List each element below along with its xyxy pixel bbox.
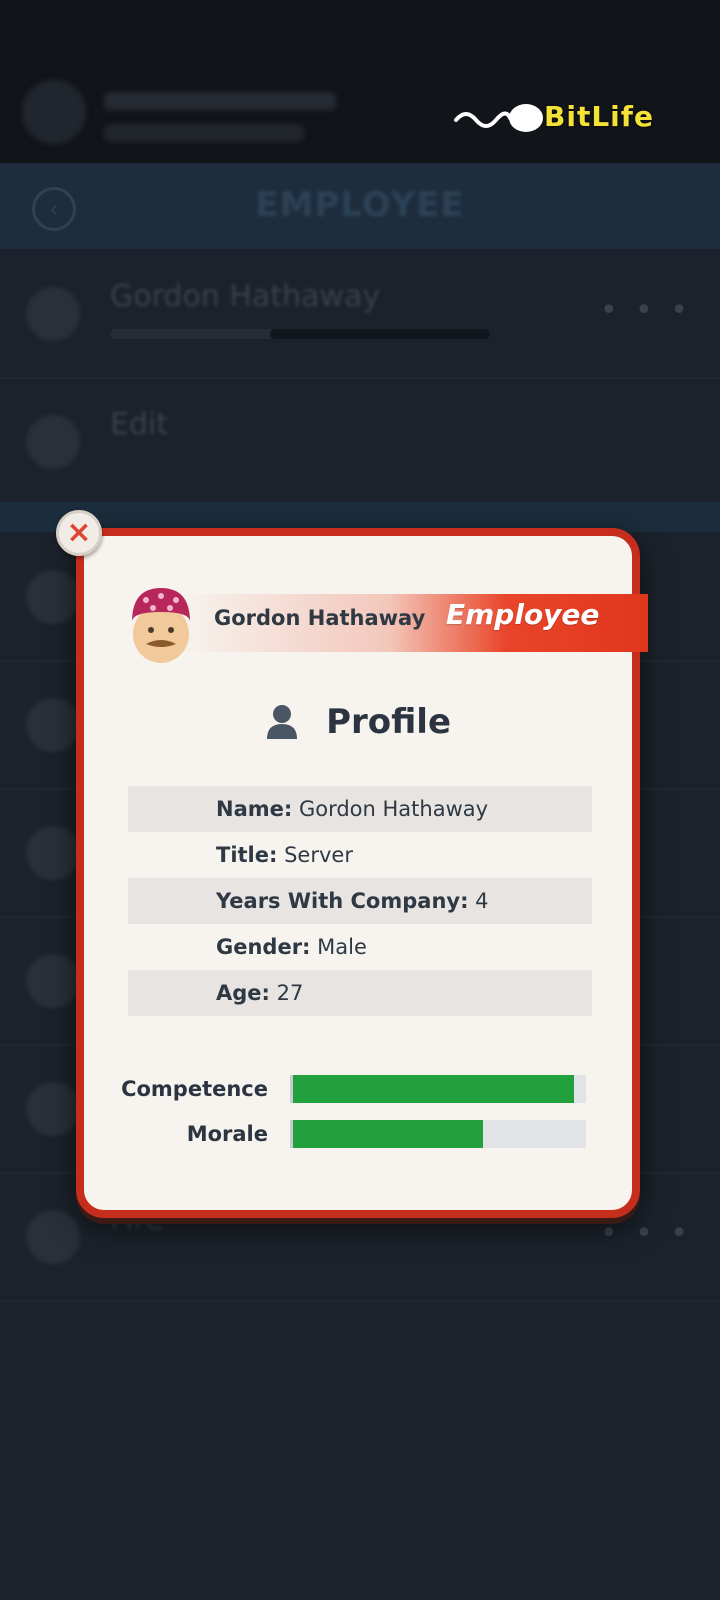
list-icon bbox=[26, 570, 80, 624]
stat-label: Morale bbox=[186, 1122, 268, 1146]
profile-value: 4 bbox=[475, 889, 489, 913]
list-icon bbox=[26, 954, 80, 1008]
section-title: Profile bbox=[326, 702, 452, 742]
profile-row-title: Title: Server bbox=[128, 832, 592, 878]
sperm-logo-icon bbox=[454, 104, 543, 132]
bitlife-logo: BitLife bbox=[452, 98, 682, 138]
nav-title: EMPLOYEE bbox=[255, 185, 465, 225]
person-icon bbox=[266, 705, 297, 739]
profile-status-placeholder bbox=[104, 124, 304, 142]
nav-bar: ‹ EMPLOYEE bbox=[0, 163, 720, 249]
pencil-icon bbox=[26, 415, 80, 469]
morale-stat: Morale bbox=[84, 1119, 604, 1149]
employee-icon bbox=[26, 287, 80, 341]
more-icon: • • • bbox=[599, 293, 692, 328]
list-icon bbox=[26, 698, 80, 752]
gear-icon bbox=[26, 1210, 80, 1264]
employee-name: Gordon Hathaway bbox=[214, 606, 426, 630]
profile-value: 27 bbox=[276, 981, 304, 1005]
list-item-title: Edit bbox=[110, 407, 169, 442]
profile-row-gender: Gender: Male bbox=[128, 924, 592, 970]
profile-key: Title: bbox=[216, 843, 278, 867]
profile-row-age: Age: 27 bbox=[128, 970, 592, 1016]
profile-row-name: Name: Gordon Hathaway bbox=[128, 786, 592, 832]
employee-profile-modal: Gordon Hathaway Employee Profile Name: G… bbox=[76, 528, 648, 1218]
list-item-title: Gordon Hathaway bbox=[110, 279, 381, 314]
employee-role-badge: Employee bbox=[446, 598, 600, 631]
list-item-progress bbox=[110, 329, 490, 339]
competence-bar-fill bbox=[293, 1075, 575, 1103]
profile-value: Gordon Hathaway bbox=[298, 797, 489, 821]
profile-heading: Profile bbox=[84, 702, 632, 752]
profile-info-table: Name: Gordon Hathaway Title: Server Year… bbox=[128, 786, 592, 1016]
list-icon bbox=[26, 1082, 80, 1136]
brand-name: BitLife bbox=[544, 100, 654, 133]
profile-avatar bbox=[22, 80, 86, 144]
morale-bar-fill bbox=[293, 1120, 484, 1148]
list-item[interactable]: Edit bbox=[0, 377, 720, 507]
profile-key: Years With Company: bbox=[216, 889, 469, 913]
more-icon: • • • bbox=[599, 1216, 692, 1251]
profile-key: Gender: bbox=[216, 935, 311, 959]
profile-name-placeholder bbox=[104, 92, 336, 110]
profile-value: Server bbox=[284, 843, 353, 867]
competence-bar bbox=[290, 1075, 586, 1103]
morale-bar bbox=[290, 1120, 586, 1148]
close-button[interactable]: × bbox=[56, 510, 102, 556]
profile-value: Male bbox=[317, 935, 367, 959]
profile-key: Name: bbox=[216, 797, 293, 821]
list-icon bbox=[26, 826, 80, 880]
employee-avatar bbox=[132, 588, 190, 663]
profile-row-years: Years With Company: 4 bbox=[128, 878, 592, 924]
stat-label: Competence bbox=[121, 1077, 268, 1101]
profile-key: Age: bbox=[216, 981, 270, 1005]
competence-stat: Competence bbox=[84, 1074, 604, 1104]
close-icon: × bbox=[66, 515, 92, 550]
top-bar: BitLife bbox=[0, 0, 720, 163]
list-item[interactable]: Gordon Hathaway • • • bbox=[0, 249, 720, 379]
